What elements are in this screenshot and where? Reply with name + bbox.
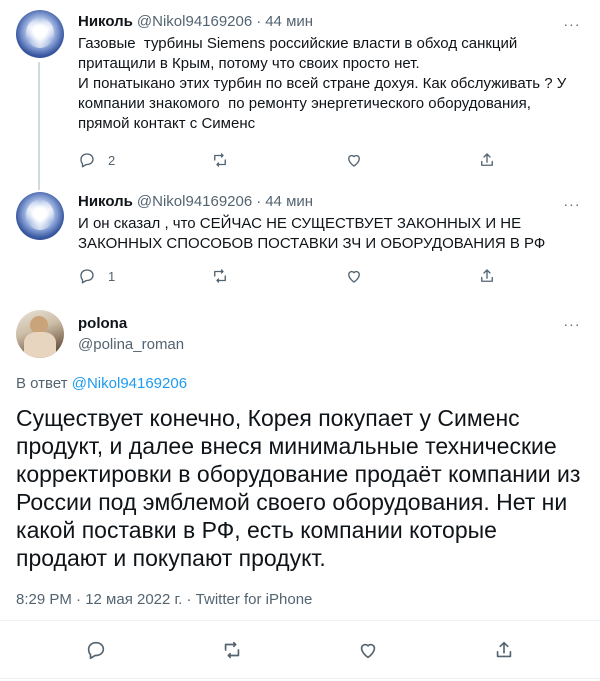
like-button[interactable] [357, 638, 379, 662]
reply-count: 2 [108, 152, 116, 168]
tweet-text: Существует конечно, Корея покупает у Сим… [16, 405, 581, 571]
author-name[interactable]: Николь [78, 192, 133, 212]
thread-line [38, 182, 40, 190]
author-handle[interactable]: @polina_roman [78, 335, 584, 355]
like-icon [347, 270, 360, 283]
reply-button[interactable] [85, 638, 107, 662]
retweet-icon [214, 269, 227, 283]
retweet-button[interactable] [221, 638, 243, 662]
avatar[interactable] [16, 192, 64, 240]
reply-button[interactable]: 2 [78, 150, 138, 170]
share-button[interactable] [478, 266, 498, 286]
timestamp[interactable]: 8:29 PM · 12 мая 2022 г. · [16, 591, 196, 608]
author-name[interactable]: Николь [78, 12, 133, 32]
reply-to-line: В ответ @Nikol94169206 [16, 374, 187, 394]
author-handle[interactable]: @Nikol94169206 [137, 192, 252, 212]
retweet-button[interactable] [211, 150, 271, 170]
retweet-icon [224, 641, 240, 659]
like-icon [360, 643, 376, 659]
tweet-2[interactable]: Николь @Nikol94169206 · 44 мин И он сказ… [0, 182, 600, 292]
divider [0, 620, 600, 621]
avatar[interactable] [16, 10, 64, 58]
thread-line [38, 62, 40, 182]
share-icon [481, 153, 493, 166]
main-tweet: polona @polina_roman ··· В ответ @Nikol9… [0, 302, 600, 681]
reply-button[interactable]: 1 [78, 266, 138, 286]
source-label[interactable]: Twitter for iPhone [196, 591, 313, 608]
tweet-text: И он сказал , что СЕЙЧАС НЕ СУЩЕСТВУЕТ З… [78, 215, 546, 252]
author-handle[interactable]: @Nikol94169206 [137, 12, 252, 32]
like-button[interactable] [345, 150, 405, 170]
share-button[interactable] [478, 150, 498, 170]
reply-icon [80, 269, 94, 284]
separator-dot: · [256, 193, 262, 210]
more-icon[interactable]: ··· [562, 194, 582, 214]
share-icon [496, 641, 512, 658]
reply-icon [87, 641, 105, 660]
share-icon [481, 269, 493, 282]
reply-prefix: В ответ [16, 375, 68, 392]
reply-icon [80, 153, 94, 168]
like-icon [347, 154, 360, 167]
reply-count: 1 [108, 268, 116, 284]
tweet-1[interactable]: Николь @Nikol94169206 · 44 мин Газовые т… [0, 0, 600, 182]
share-button[interactable] [493, 638, 515, 662]
tweet-meta: 8:29 PM · 12 мая 2022 г. · Twitter for i… [16, 590, 312, 610]
like-button[interactable] [345, 266, 405, 286]
author-name[interactable]: polona [78, 314, 584, 334]
divider [0, 678, 600, 679]
tweet-time[interactable]: 44 мин [265, 12, 313, 32]
retweet-icon [214, 153, 227, 167]
separator-dot: · [256, 13, 262, 30]
retweet-button[interactable] [211, 266, 271, 286]
reply-to-link[interactable]: @Nikol94169206 [72, 375, 187, 392]
tweet-time[interactable]: 44 мин [265, 192, 313, 212]
more-icon[interactable]: ··· [562, 314, 582, 334]
avatar[interactable] [16, 310, 64, 358]
more-icon[interactable]: ··· [562, 14, 582, 34]
tweet-text: Газовые турбины Siemens российские власт… [78, 35, 567, 132]
